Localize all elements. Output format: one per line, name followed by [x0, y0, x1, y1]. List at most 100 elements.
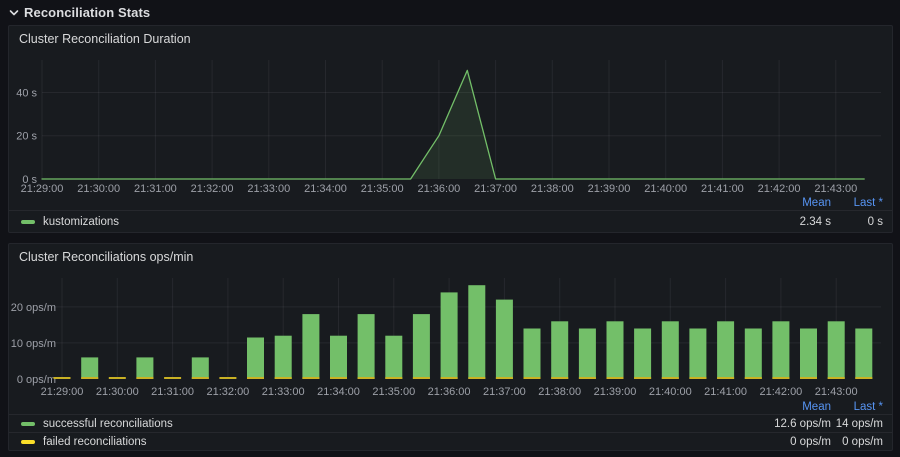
panel-ops: Cluster Reconciliations ops/min 21:29:00…: [8, 243, 893, 451]
x-tick-label: 21:29:00: [41, 386, 84, 398]
legend-header: Mean Last *: [9, 195, 892, 210]
x-tick-label: 21:36:00: [428, 386, 471, 398]
bar-failed: [524, 377, 541, 379]
series-marker-icon: [21, 440, 35, 444]
bar-failed: [496, 377, 513, 379]
panel-duration: Cluster Reconciliation Duration 21:29:00…: [8, 25, 893, 233]
x-tick-label: 21:30:00: [96, 386, 139, 398]
duration-chart-canvas[interactable]: 21:29:0021:30:0021:31:0021:32:0021:33:00…: [9, 52, 892, 195]
x-tick-label: 21:35:00: [372, 386, 415, 398]
chevron-down-icon: [8, 6, 20, 18]
x-tick-label: 21:38:00: [531, 183, 574, 195]
bar-successful: [192, 357, 209, 379]
bar-successful: [634, 329, 651, 380]
bar-successful: [607, 321, 624, 379]
bar-successful: [496, 300, 513, 379]
bar-successful: [330, 336, 347, 379]
mean-value: 12.6 ops/m: [751, 418, 831, 430]
bar-failed: [247, 377, 264, 379]
bar-successful: [579, 329, 596, 380]
legend-mean-header[interactable]: Mean: [751, 401, 831, 413]
legend-header: Mean Last *: [9, 399, 892, 414]
y-tick-label: 40 s: [16, 87, 37, 99]
x-tick-label: 21:34:00: [317, 386, 360, 398]
bar-successful: [468, 285, 485, 379]
last-value: 0 ops/m: [831, 436, 883, 448]
bar-successful: [136, 357, 153, 379]
y-tick-label: 0 s: [22, 174, 37, 186]
bar-failed: [164, 377, 181, 379]
x-tick-label: 21:40:00: [649, 386, 692, 398]
ops-chart-canvas[interactable]: 21:29:00 21:30:00 21:31:00 21:32:00 21:33:00…: [9, 270, 892, 399]
series-marker-icon: [21, 220, 35, 224]
bar-failed: [441, 377, 458, 379]
bar-successful: [662, 321, 679, 379]
x-tick-label: 21:32:00: [191, 183, 234, 195]
bar-successful: [772, 321, 789, 379]
bar-failed: [109, 377, 126, 379]
bar-successful: [441, 292, 458, 379]
bar-failed: [302, 377, 319, 379]
x-tick-label: 21:43:00: [814, 183, 857, 195]
bar-successful: [302, 314, 319, 379]
bar-failed: [800, 377, 817, 379]
bar-failed: [579, 377, 596, 379]
bar-failed: [358, 377, 375, 379]
legend-row-failed: failed reconciliations 0 ops/m 0 ops/m: [9, 432, 892, 450]
bar-failed: [828, 377, 845, 379]
section-title: Reconciliation Stats: [24, 5, 150, 20]
bar-failed: [275, 377, 292, 379]
bar-failed: [717, 377, 734, 379]
bar-successful: [689, 329, 706, 380]
mean-value: 2.34 s: [751, 216, 831, 228]
x-tick-label: 21:38:00: [538, 386, 581, 398]
series-label[interactable]: kustomizations: [43, 216, 119, 228]
bar-failed: [772, 377, 789, 379]
bar-failed: [81, 377, 98, 379]
bar-failed: [468, 377, 485, 379]
x-tick-label: 21:37:00: [474, 183, 517, 195]
duration-legend: Mean Last * kustomizations 2.34 s 0 s: [9, 195, 892, 232]
bar-failed: [634, 377, 651, 379]
y-tick-label: 10 ops/m: [11, 338, 56, 350]
bar-successful: [358, 314, 375, 379]
series-label[interactable]: successful reconciliations: [43, 418, 173, 430]
bar-failed: [54, 377, 71, 379]
y-tick-label: 20 s: [16, 131, 37, 143]
section-header-reconciliation-stats[interactable]: Reconciliation Stats: [8, 3, 150, 21]
bar-failed: [662, 377, 679, 379]
x-tick-label: 21:30:00: [77, 183, 120, 195]
x-tick-label: 21:42:00: [758, 183, 801, 195]
bar-successful: [717, 321, 734, 379]
bar-failed: [330, 377, 347, 379]
bar-successful: [385, 336, 402, 379]
x-tick-label: 21:41:00: [704, 386, 747, 398]
series-label[interactable]: failed reconciliations: [43, 436, 147, 448]
x-tick-label: 21:40:00: [644, 183, 687, 195]
legend-mean-header[interactable]: Mean: [751, 197, 831, 209]
panel-duration-title[interactable]: Cluster Reconciliation Duration: [9, 26, 892, 52]
bar-failed: [689, 377, 706, 379]
y-tick-label: 20 ops/m: [11, 302, 56, 314]
bar-successful: [524, 329, 541, 380]
x-tick-label: 21:39:00: [588, 183, 631, 195]
bar-successful: [81, 357, 98, 379]
last-value: 14 ops/m: [831, 418, 883, 430]
bar-failed: [219, 377, 236, 379]
y-tick-label: 0 ops/m: [17, 374, 56, 386]
bar-successful: [413, 314, 430, 379]
panel-ops-title[interactable]: Cluster Reconciliations ops/min: [9, 244, 892, 270]
x-tick-label: 21:32:00: [206, 386, 249, 398]
x-tick-label: 21:37:00: [483, 386, 526, 398]
bar-successful: [275, 336, 292, 379]
ops-legend: Mean Last * successful reconciliations 1…: [9, 399, 892, 450]
bar-failed: [413, 377, 430, 379]
legend-last-header[interactable]: Last *: [831, 401, 883, 413]
x-tick-label: 21:33:00: [262, 386, 305, 398]
bar-failed: [385, 377, 402, 379]
x-tick-label: 21:31:00: [151, 386, 194, 398]
x-tick-label: 21:33:00: [247, 183, 290, 195]
x-tick-label: 21:35:00: [361, 183, 404, 195]
x-tick-label: 21:31:00: [134, 183, 177, 195]
legend-last-header[interactable]: Last *: [831, 197, 883, 209]
